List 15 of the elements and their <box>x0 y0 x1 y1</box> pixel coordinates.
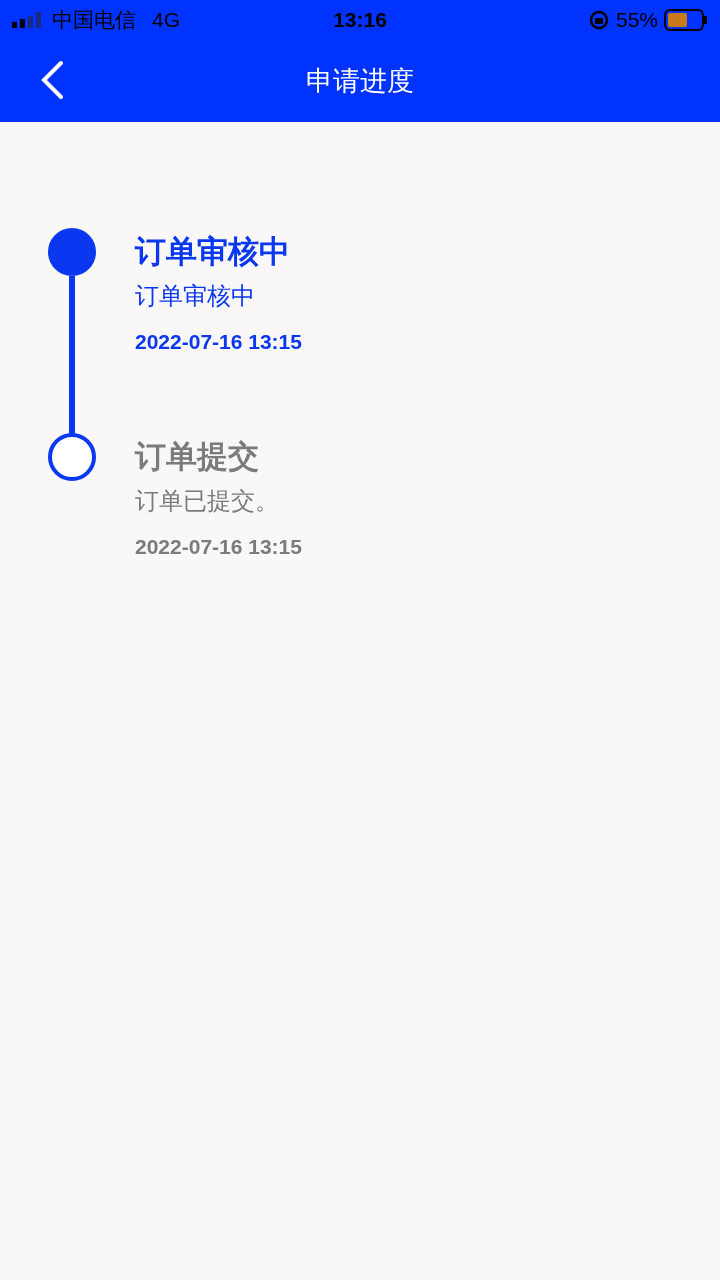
step-title: 订单提交 <box>135 438 260 476</box>
status-time: 13:16 <box>333 7 387 34</box>
back-icon <box>39 60 65 100</box>
step-time: 2022-07-16 13:15 <box>135 329 302 355</box>
step-title: 订单审核中 <box>135 233 291 271</box>
battery-percent: 55% <box>615 7 658 34</box>
step-detail: 订单已提交。 <box>135 486 280 516</box>
signal-icon <box>12 12 44 28</box>
carrier-name: 中国电信 <box>52 7 136 34</box>
page-title: 申请进度 <box>306 64 414 98</box>
network-type: 4G <box>152 7 180 34</box>
rotation-lock-icon <box>587 9 610 31</box>
battery-icon <box>664 9 708 31</box>
step-detail: 订单审核中 <box>135 281 256 311</box>
step-time: 2022-07-16 13:15 <box>135 534 302 560</box>
